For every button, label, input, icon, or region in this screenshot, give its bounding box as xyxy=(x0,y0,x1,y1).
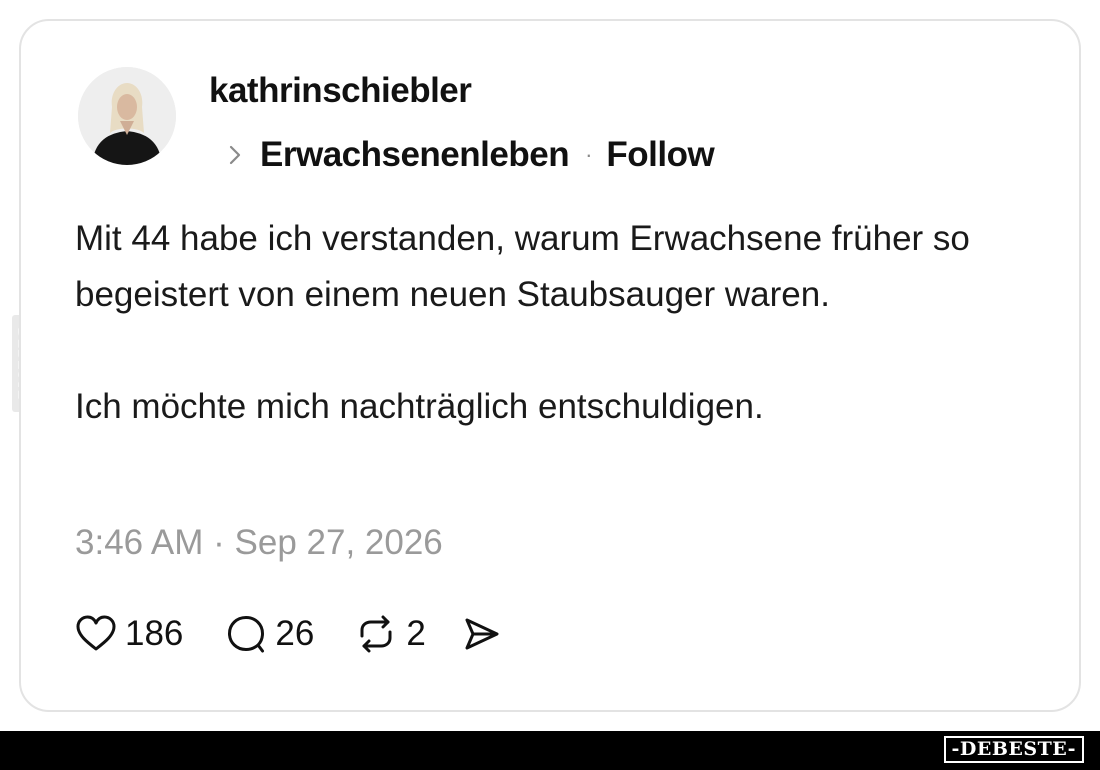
topic-tag[interactable]: Erwachsenenleben xyxy=(260,135,570,175)
repost-icon xyxy=(360,615,392,653)
post-paragraph: Mit 44 habe ich verstanden, warum Erwach… xyxy=(75,219,970,314)
timestamp: 3:46 AM · Sep 27, 2026 xyxy=(75,523,443,562)
post-body: Mit 44 habe ich verstanden, warum Erwach… xyxy=(75,211,1035,435)
page: DEBESTE kathrinschiebler Erwachsenenlebe… xyxy=(0,0,1100,770)
reply-button[interactable]: 26 xyxy=(225,614,314,654)
heart-icon xyxy=(76,615,116,651)
chevron-right-icon xyxy=(229,145,241,165)
separator-dot: · xyxy=(585,142,593,167)
avatar[interactable] xyxy=(78,67,176,165)
brand-watermark: -DEBESTE- xyxy=(943,736,1084,763)
post-card: kathrinschiebler Erwachsenenleben · Foll… xyxy=(19,19,1081,712)
share-button[interactable] xyxy=(462,614,502,654)
post-paragraph: Ich möchte mich nachträglich entschuldig… xyxy=(75,387,764,426)
avatar-photo xyxy=(78,67,176,165)
follow-button[interactable]: Follow xyxy=(606,135,714,175)
username[interactable]: kathrinschiebler xyxy=(209,71,472,111)
repost-count: 2 xyxy=(406,614,426,653)
send-icon xyxy=(465,618,499,650)
repost-button[interactable]: 2 xyxy=(354,614,426,654)
comment-bubble-icon xyxy=(228,616,265,653)
like-button[interactable]: 186 xyxy=(75,614,183,654)
like-count: 186 xyxy=(125,614,184,653)
topic-row: Erwachsenenleben · Follow xyxy=(226,133,715,177)
reply-count: 26 xyxy=(275,614,315,653)
action-bar: 186 26 2 xyxy=(75,611,502,657)
footer-bar: -DEBESTE- xyxy=(0,731,1100,770)
